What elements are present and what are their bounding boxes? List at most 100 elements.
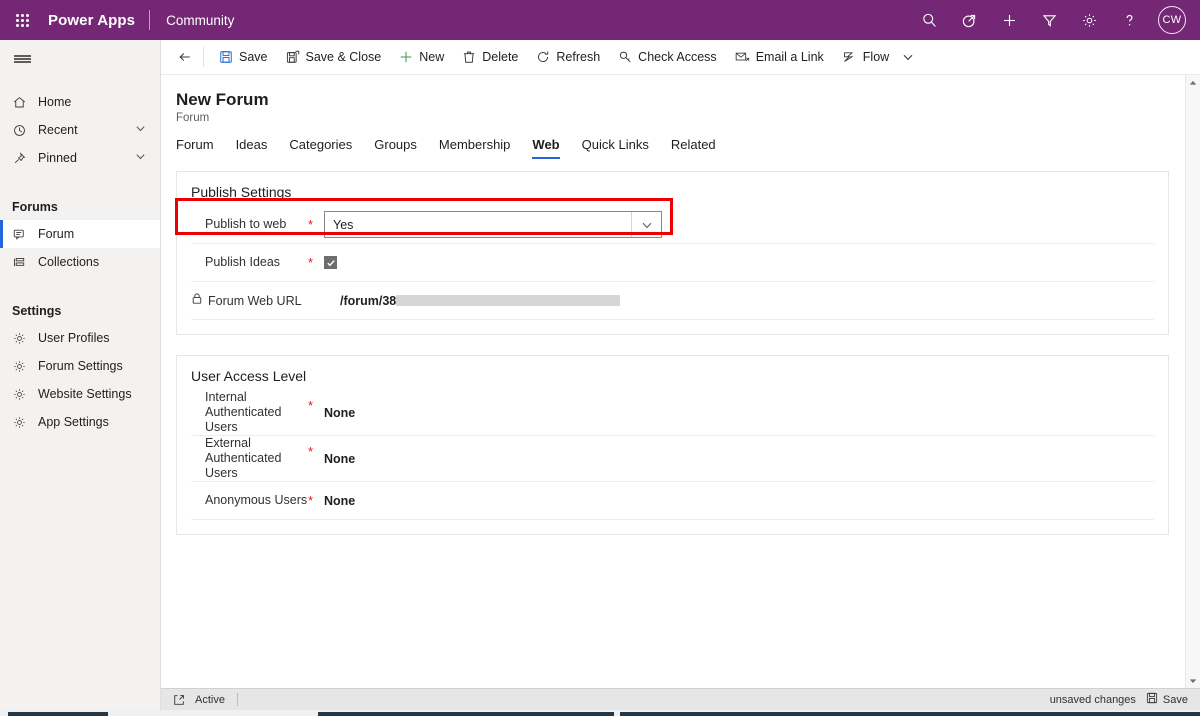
email-icon	[735, 50, 750, 64]
field-value[interactable]: None	[324, 406, 355, 420]
required-indicator: *	[308, 255, 314, 270]
unsaved-changes-label: unsaved changes	[1049, 693, 1136, 706]
command-divider	[203, 47, 204, 67]
scroll-up-arrow-icon[interactable]	[1186, 75, 1200, 90]
sidebar-item-forum[interactable]: Forum	[0, 220, 160, 248]
user-access-level-section: User Access Level Internal Authenticated…	[176, 355, 1169, 535]
save-close-icon	[286, 50, 300, 64]
diagnostics-icon[interactable]	[950, 0, 988, 40]
help-icon[interactable]	[1110, 0, 1148, 40]
sidebar-item-label: Forum Settings	[38, 359, 123, 373]
required-indicator: *	[308, 398, 314, 413]
tab-ideas[interactable]: Ideas	[225, 137, 279, 159]
sidebar-item-forum-settings[interactable]: Forum Settings	[0, 352, 160, 380]
sidebar-item-recent[interactable]: Recent	[0, 116, 160, 144]
sidebar-item-collections[interactable]: Collections	[0, 248, 160, 276]
tab-categories[interactable]: Categories	[278, 137, 363, 159]
forum-icon	[12, 227, 34, 242]
record-form: New Forum Forum Forum Ideas Categories G…	[161, 75, 1200, 688]
tab-web[interactable]: Web	[521, 137, 570, 159]
sidebar-footer	[0, 688, 161, 710]
flow-chevron-down-icon[interactable]	[898, 51, 922, 63]
field-row-forum-web-url: Forum Web URL /forum/38	[191, 282, 1154, 320]
delete-button[interactable]: Delete	[453, 41, 527, 73]
top-header-bar: Power Apps Community CW	[0, 0, 1200, 40]
sidebar-item-label: Recent	[38, 123, 78, 137]
scroll-down-arrow-icon[interactable]	[1186, 673, 1200, 688]
command-bar: Save Save & Close New Delete Refresh Che…	[161, 40, 1200, 75]
sidebar-item-home[interactable]: Home	[0, 88, 160, 116]
app-name-label[interactable]: Community	[150, 13, 234, 28]
tab-related[interactable]: Related	[660, 137, 727, 159]
sidebar-group-settings: Settings	[12, 304, 62, 318]
field-row-internal-users: Internal Authenticated Users * None	[191, 390, 1154, 436]
taskbar-segment	[8, 712, 108, 716]
lock-icon	[191, 292, 203, 310]
plus-icon[interactable]	[990, 0, 1028, 40]
key-icon	[618, 50, 632, 64]
clock-icon	[12, 123, 34, 138]
chevron-down-icon[interactable]	[631, 212, 661, 237]
section-title: Publish Settings	[191, 184, 292, 200]
field-label: Publish Ideas	[205, 255, 281, 269]
tab-quick-links[interactable]: Quick Links	[571, 137, 660, 159]
app-launcher-button[interactable]	[0, 0, 44, 40]
save-button[interactable]: Save	[210, 41, 277, 73]
email-a-link-button[interactable]: Email a Link	[726, 41, 833, 73]
form-tab-list: Forum Ideas Categories Groups Membership…	[161, 124, 1200, 159]
flow-button[interactable]: Flow	[833, 41, 898, 73]
sidebar-item-pinned[interactable]: Pinned	[0, 144, 160, 172]
popout-icon[interactable]	[161, 694, 195, 706]
command-label: Delete	[482, 50, 519, 64]
gear-icon	[12, 415, 34, 430]
field-label-group: Forum Web URL	[191, 292, 324, 310]
sidebar-item-label: Pinned	[38, 151, 77, 165]
plus-icon	[399, 50, 413, 64]
home-icon	[12, 95, 34, 110]
sidebar-item-website-settings[interactable]: Website Settings	[0, 380, 160, 408]
sidebar-item-label: Home	[38, 95, 72, 109]
field-label: Internal Authenticated Users	[205, 390, 282, 434]
form-body: Publish Settings Publish to web * Yes Pu…	[161, 171, 1200, 688]
search-icon[interactable]	[910, 0, 948, 40]
sidebar-item-app-settings[interactable]: App Settings	[0, 408, 160, 436]
forum-web-url-value: /forum/38	[340, 293, 621, 308]
status-bar-right: unsaved changes Save	[1050, 692, 1200, 707]
new-button[interactable]: New	[390, 41, 453, 73]
filter-icon[interactable]	[1030, 0, 1068, 40]
chevron-down-icon[interactable]	[135, 123, 160, 137]
page-title: New Forum	[176, 90, 269, 109]
sidebar-item-label: Collections	[38, 255, 100, 269]
form-scrollbar[interactable]	[1185, 75, 1200, 688]
publish-ideas-checkbox[interactable]	[324, 256, 337, 269]
sidebar-item-label: Forum	[38, 227, 75, 241]
check-access-button[interactable]: Check Access	[609, 41, 726, 73]
publish-to-web-select[interactable]: Yes	[324, 211, 662, 238]
required-indicator: *	[308, 217, 314, 232]
refresh-button[interactable]: Refresh	[527, 41, 609, 73]
sidebar-item-user-profiles[interactable]: User Profiles	[0, 324, 160, 352]
gear-icon[interactable]	[1070, 0, 1108, 40]
command-label: Save	[239, 50, 268, 64]
field-value[interactable]: None	[324, 494, 355, 508]
hamburger-menu-icon[interactable]	[0, 40, 160, 78]
tab-membership[interactable]: Membership	[428, 137, 522, 159]
sidebar-group-forums: Forums	[12, 200, 58, 214]
taskbar-segment	[318, 712, 614, 716]
save-and-close-button[interactable]: Save & Close	[277, 41, 391, 73]
chevron-down-icon[interactable]	[135, 151, 160, 165]
field-row-publish-to-web: Publish to web * Yes	[191, 206, 1154, 244]
brand-label[interactable]: Power Apps	[44, 12, 149, 29]
field-row-anonymous-users: Anonymous Users * None	[191, 482, 1154, 520]
tab-groups[interactable]: Groups	[363, 137, 428, 159]
back-button[interactable]	[169, 41, 201, 73]
power-apps-window: Power Apps Community CW Home Recent Pinn…	[0, 0, 1200, 716]
url-prefix: /forum/38	[340, 293, 397, 308]
save-icon	[219, 50, 233, 64]
status-save-button[interactable]: Save	[1146, 692, 1188, 707]
avatar[interactable]: CW	[1158, 6, 1186, 34]
field-value[interactable]: None	[324, 452, 355, 466]
collections-icon	[12, 255, 34, 270]
field-label: Publish to web	[205, 217, 287, 231]
tab-forum[interactable]: Forum	[176, 137, 225, 159]
